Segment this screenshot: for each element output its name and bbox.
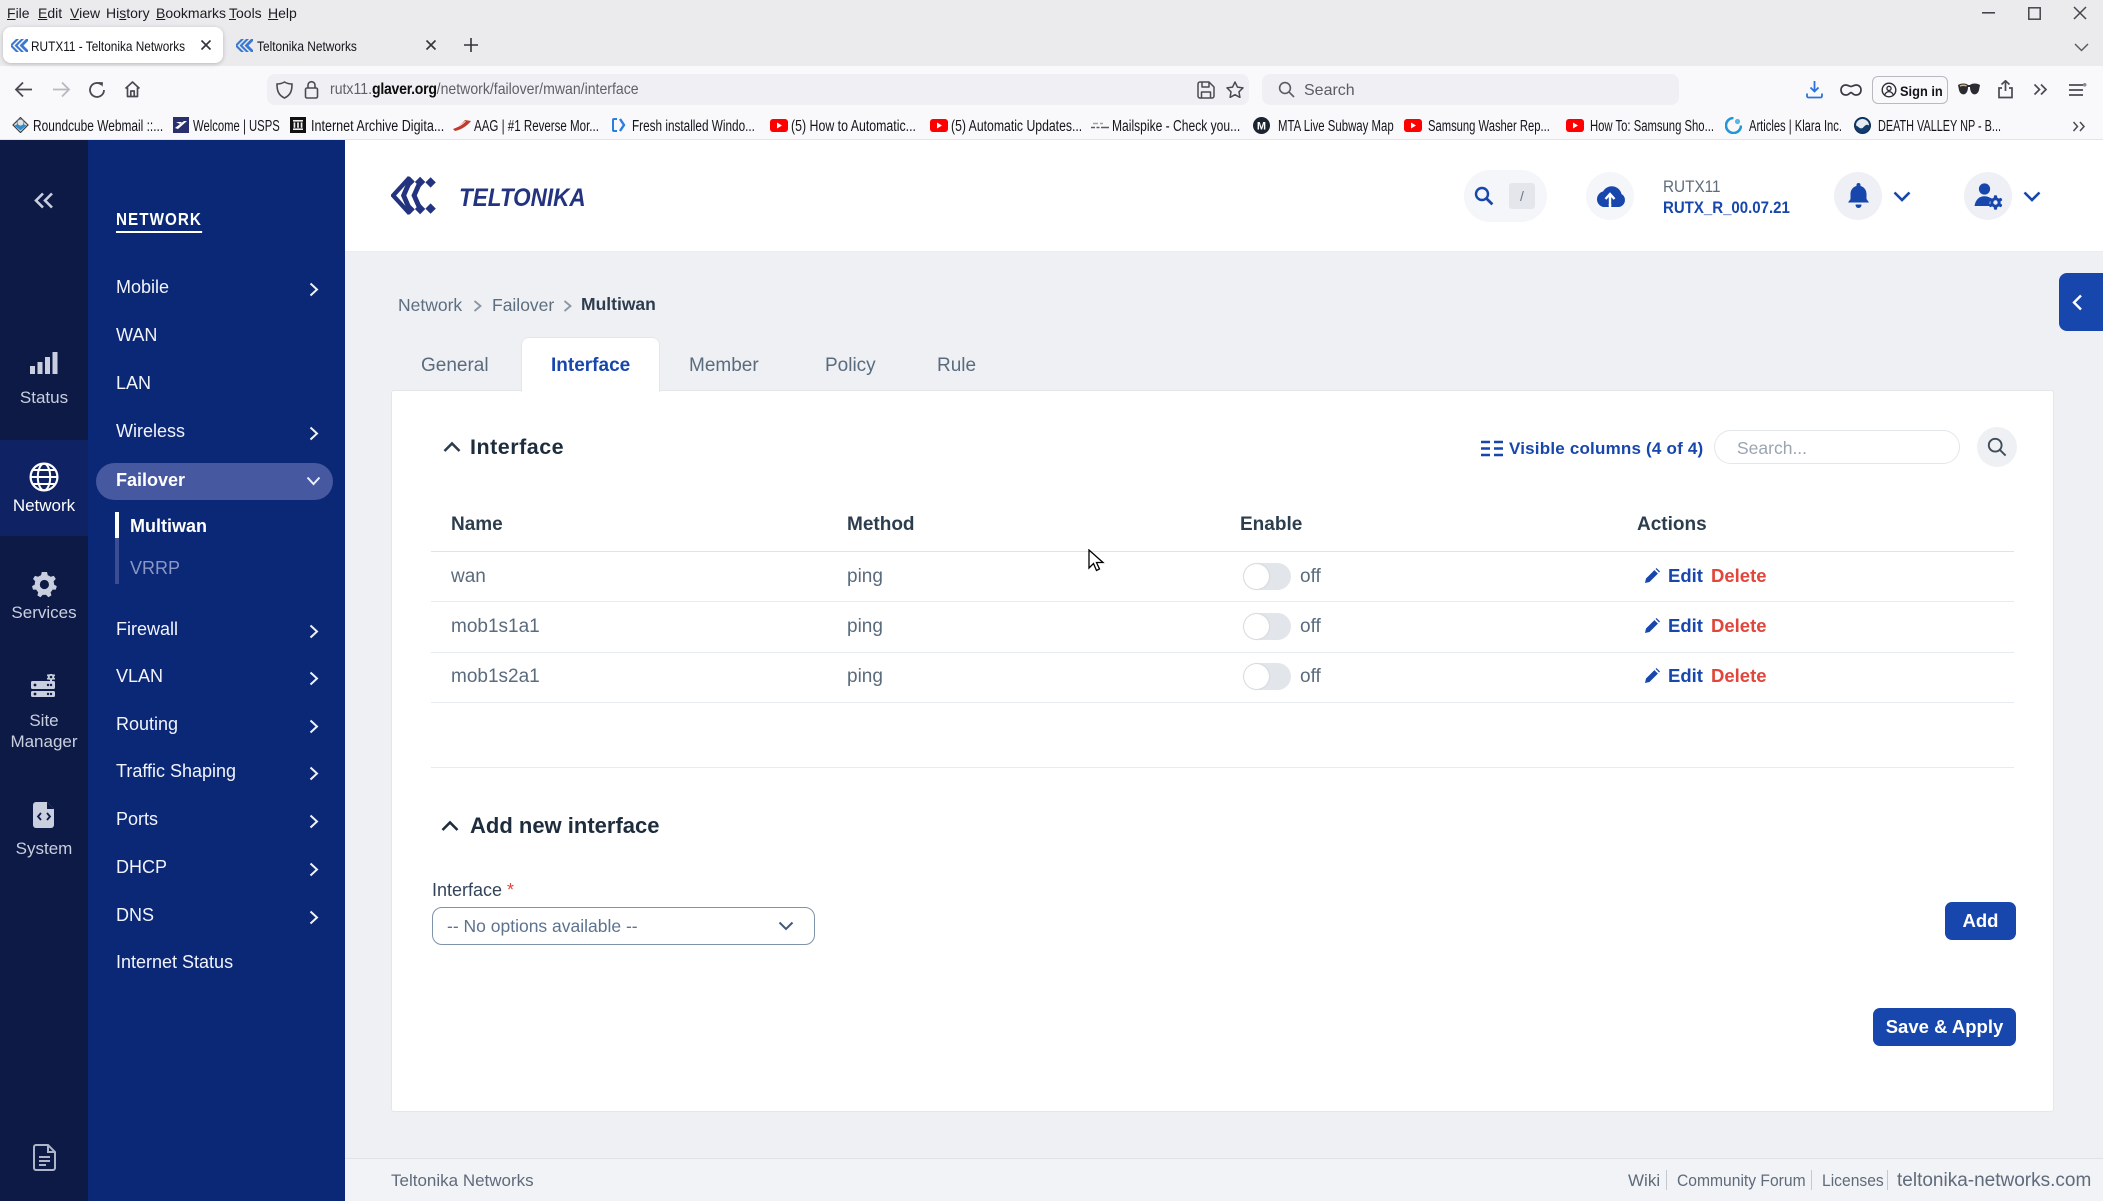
svg-text:M: M: [1257, 121, 1266, 133]
